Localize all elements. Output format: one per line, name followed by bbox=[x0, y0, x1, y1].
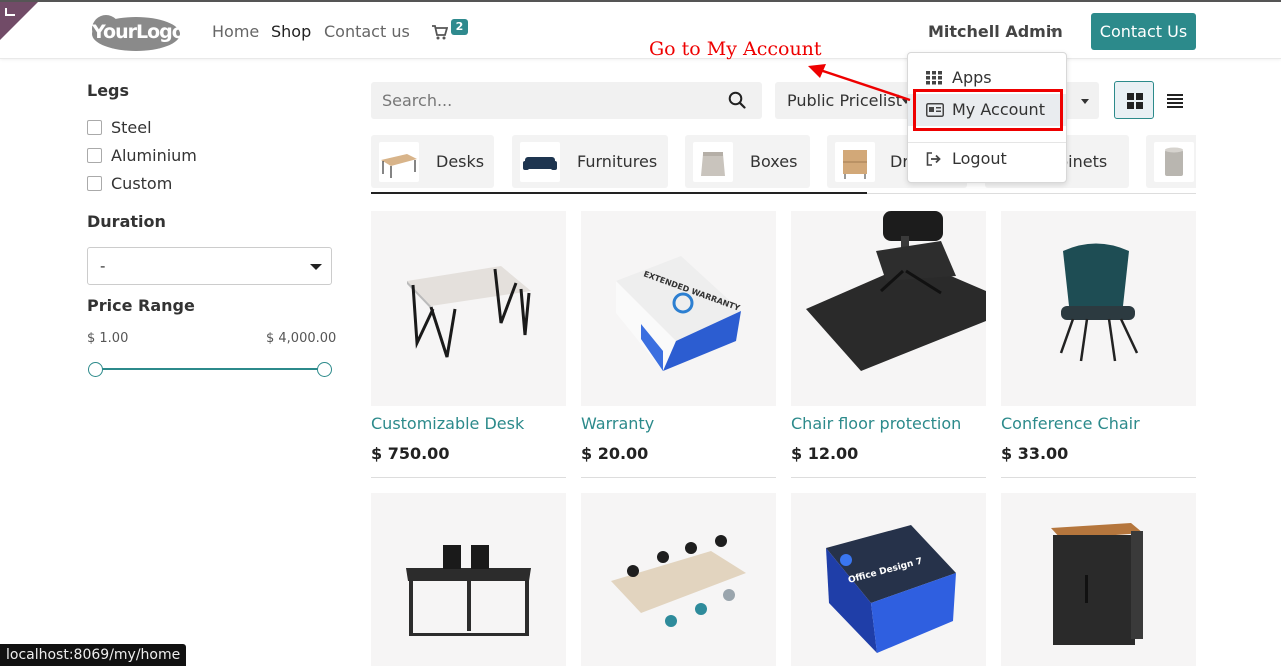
search-input[interactable] bbox=[371, 82, 711, 119]
category-thumbnail bbox=[379, 142, 419, 182]
product-image[interactable] bbox=[1001, 211, 1196, 406]
category-scrollbar[interactable] bbox=[371, 192, 867, 194]
product-image[interactable] bbox=[371, 493, 566, 666]
caret-down-icon bbox=[310, 264, 322, 270]
warranty-box-image: EXTENDED WARRANTY bbox=[616, 256, 741, 371]
product-price: $ 12.00 bbox=[791, 444, 859, 463]
annotation-arrow-icon bbox=[808, 64, 911, 102]
category-thumbnail bbox=[1154, 142, 1194, 182]
checkbox[interactable] bbox=[87, 120, 102, 135]
category-next[interactable] bbox=[1146, 135, 1196, 188]
link-status-bar: localhost:8069/my/home bbox=[0, 644, 187, 666]
nav-shop[interactable]: Shop bbox=[271, 22, 311, 41]
divider bbox=[1001, 477, 1196, 478]
price-slider-min-handle[interactable] bbox=[88, 362, 103, 377]
category-desks[interactable]: Desks bbox=[371, 135, 494, 188]
product-name[interactable]: Chair floor protection bbox=[791, 414, 961, 433]
category-furnitures[interactable]: Furnitures bbox=[512, 135, 668, 188]
grid-view-button[interactable] bbox=[1114, 81, 1154, 119]
product-image[interactable] bbox=[581, 493, 776, 666]
duration-selected: - bbox=[100, 257, 106, 275]
box-image bbox=[701, 152, 725, 176]
menu-item-label: Apps bbox=[952, 68, 992, 87]
desk-image bbox=[381, 154, 417, 178]
office-design-box-image: Office Design 7 bbox=[826, 525, 956, 653]
nav-contact-us[interactable]: Contact us bbox=[324, 22, 410, 41]
price-slider-max-handle[interactable] bbox=[317, 362, 332, 377]
product-image[interactable]: Office Design 7 bbox=[791, 493, 986, 666]
cabinet-image bbox=[1051, 523, 1143, 645]
product-image[interactable]: EXTENDED WARRANTY bbox=[581, 211, 776, 406]
menu-item-logout[interactable]: Logout bbox=[908, 143, 1066, 175]
workstation-image bbox=[406, 545, 531, 636]
sign-out-icon bbox=[926, 152, 941, 166]
caret-down-icon bbox=[1081, 99, 1089, 104]
category-thumbnail bbox=[520, 142, 560, 182]
list-view-button[interactable] bbox=[1155, 81, 1195, 119]
drawer-image bbox=[843, 150, 867, 179]
price-range-title: Price Range bbox=[87, 296, 195, 315]
divider bbox=[581, 477, 776, 478]
price-min: $ 1.00 bbox=[87, 331, 129, 346]
cart-link[interactable]: 2 bbox=[432, 19, 472, 44]
floor-mat-image bbox=[806, 211, 986, 371]
product-image[interactable] bbox=[791, 211, 986, 406]
checkbox-label: Aluminium bbox=[111, 146, 197, 165]
corner-icon bbox=[5, 8, 15, 16]
divider bbox=[791, 477, 986, 478]
page: YourLogo Home Shop Contact us 2 Mitchell… bbox=[0, 0, 1281, 666]
grid-view-icon bbox=[1127, 93, 1143, 109]
duration-select[interactable]: - bbox=[87, 247, 332, 285]
price-slider-track[interactable] bbox=[95, 368, 324, 370]
chair-image bbox=[1059, 243, 1139, 362]
chevron-down-icon bbox=[1050, 29, 1058, 34]
search-box bbox=[371, 82, 762, 119]
logo[interactable]: YourLogo bbox=[86, 12, 185, 52]
duration-title: Duration bbox=[87, 212, 166, 231]
price-max: $ 4,000.00 bbox=[266, 331, 337, 346]
checkbox-label: Custom bbox=[111, 174, 173, 193]
grid-icon bbox=[926, 71, 942, 85]
sofa-image bbox=[523, 157, 557, 170]
desk-image bbox=[407, 266, 531, 358]
product-name[interactable]: Warranty bbox=[581, 414, 654, 433]
product-price: $ 750.00 bbox=[371, 444, 450, 463]
product-image[interactable] bbox=[371, 211, 566, 406]
bin-image bbox=[1165, 147, 1183, 176]
cart-icon bbox=[432, 25, 448, 40]
menu-item-label: Logout bbox=[952, 149, 1007, 168]
header: YourLogo Home Shop Contact us 2 Mitchell… bbox=[0, 0, 1281, 59]
category-label: Desks bbox=[436, 152, 485, 171]
checkbox[interactable] bbox=[87, 148, 102, 163]
conference-table-image bbox=[611, 535, 746, 627]
logo-text: YourLogo bbox=[92, 21, 185, 43]
checkbox[interactable] bbox=[87, 176, 102, 191]
category-thumbnail bbox=[835, 142, 875, 182]
user-menu-toggle[interactable]: Mitchell Admin bbox=[928, 22, 1063, 41]
category-label: Boxes bbox=[750, 152, 798, 171]
product-image[interactable] bbox=[1001, 493, 1196, 666]
search-icon[interactable] bbox=[728, 91, 746, 109]
product-name[interactable]: Conference Chair bbox=[1001, 414, 1140, 433]
product-name[interactable]: Customizable Desk bbox=[371, 414, 524, 433]
category-thumbnail bbox=[693, 142, 733, 182]
category-strip: Desks Furnitures Boxes Dr binets bbox=[371, 135, 1196, 189]
product-price: $ 33.00 bbox=[1001, 444, 1069, 463]
product-price: $ 20.00 bbox=[581, 444, 649, 463]
list-view-icon bbox=[1167, 94, 1183, 108]
annotation-text: Go to My Account bbox=[649, 38, 822, 60]
nav-home[interactable]: Home bbox=[212, 22, 259, 41]
cart-count-badge: 2 bbox=[451, 19, 468, 35]
category-boxes[interactable]: Boxes bbox=[685, 135, 810, 188]
contact-us-button[interactable]: Contact Us bbox=[1091, 13, 1196, 50]
legs-title: Legs bbox=[87, 81, 130, 100]
divider bbox=[371, 477, 566, 478]
annotation-highlight-box bbox=[913, 89, 1063, 131]
category-label: Furnitures bbox=[577, 152, 658, 171]
checkbox-label: Steel bbox=[111, 118, 152, 137]
